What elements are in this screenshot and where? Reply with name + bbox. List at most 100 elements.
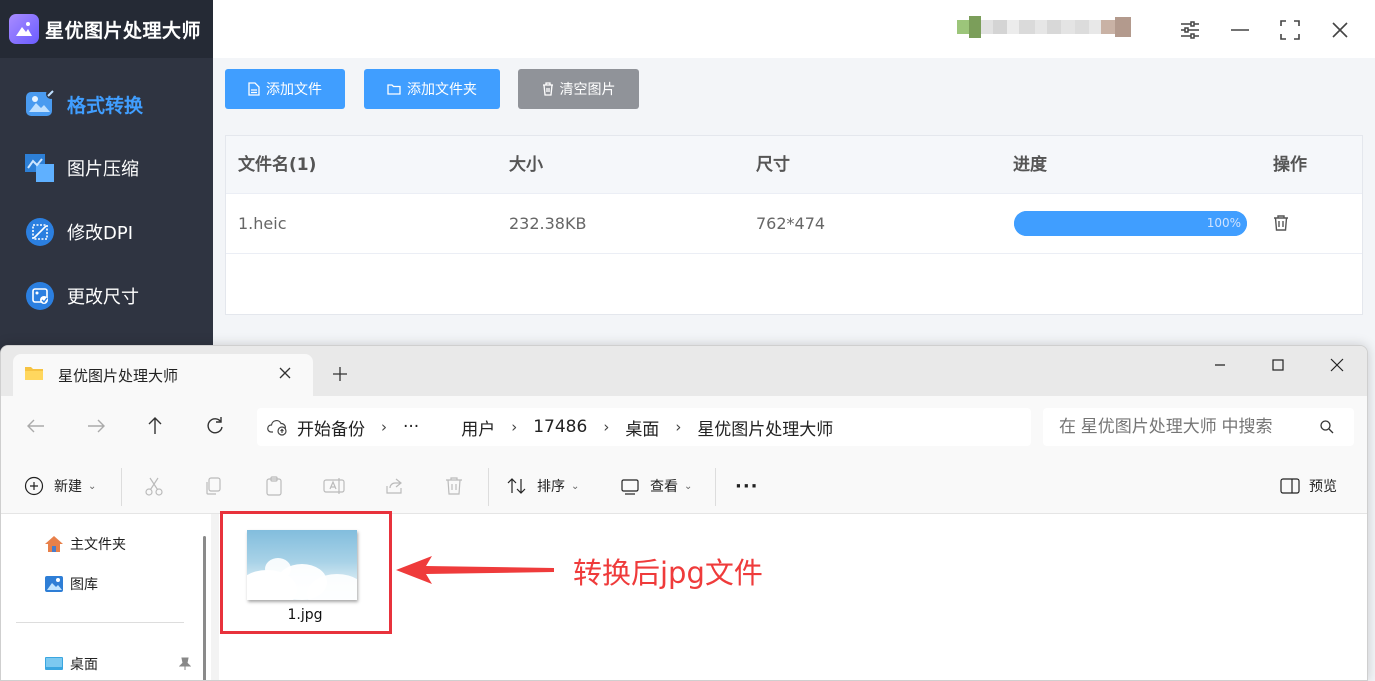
explorer-nav-pane: 主文件夹 图库 桌面 [1,514,211,680]
delete-icon[interactable] [443,472,465,500]
explorer-tabbar: 星优图片处理大师 [1,346,1367,396]
add-folder-button[interactable]: 添加文件夹 [364,69,500,109]
breadcrumb-user-id[interactable]: 17486 [533,417,587,437]
nav-item-home[interactable]: 主文件夹 [43,532,126,556]
delete-row-trash-icon[interactable] [1272,214,1292,234]
dpi-icon [24,216,56,248]
app-header [213,0,1375,58]
new-tab-plus-icon[interactable] [331,365,351,385]
col-actions: 操作 [1273,155,1307,175]
minimize-icon[interactable] [1225,15,1255,45]
divider [715,468,716,506]
sidebar-item-format-convert[interactable]: 格式转换 [0,74,213,134]
preview-pane-icon [1279,475,1301,497]
breadcrumb-current-folder[interactable]: 星优图片处理大师 [697,415,833,440]
desktop-icon [43,654,65,674]
chevron-right-icon: › [511,418,518,436]
share-icon[interactable] [383,472,405,500]
up-arrow-icon[interactable] [144,415,168,439]
cut-icon[interactable] [143,472,165,500]
breadcrumb-desktop[interactable]: 桌面 [625,415,659,440]
explorer-command-bar: 新建 ⌄ 排序 ⌄ 查看 ⌄ ··· 预览 [1,458,1367,514]
chevron-right-icon: › [603,418,610,436]
image-compress-icon [24,152,56,184]
tab-close-icon[interactable] [277,365,295,383]
more-options-button[interactable]: ··· [735,472,759,500]
table-row[interactable]: 1.heic 232.38KB 762*474 100% [226,194,1362,254]
nav-pane-scrollbar[interactable] [203,536,206,680]
forward-arrow-icon[interactable] [85,415,109,439]
col-size: 大小 [509,155,543,175]
col-filename: 文件名(1) [238,155,317,175]
chevron-down-icon: ⌄ [88,480,97,492]
nav-item-gallery[interactable]: 图库 [43,572,98,596]
user-avatar[interactable] [957,8,1148,46]
clear-images-button[interactable]: 清空图片 [518,69,639,109]
cell-dimensions: 762*474 [756,214,826,233]
highlight-box [220,511,392,634]
app-logo-bar: 星优图片处理大师 [0,0,213,58]
table-header: 文件名(1) 大小 尺寸 进度 操作 [226,136,1362,194]
progress-bar: 100% [1014,211,1247,236]
pin-icon[interactable] [178,656,192,670]
plus-circle-icon [23,475,45,497]
app-toolbar: 添加文件 添加文件夹 清空图片 [213,58,1375,122]
explorer-tab-title: 星优图片处理大师 [58,366,179,385]
file-icon [248,82,260,96]
refresh-icon[interactable] [204,415,228,439]
divider [121,468,122,506]
divider [488,468,489,506]
sidebar-item-resize[interactable]: 更改尺寸 [0,266,213,326]
breadcrumb-users[interactable]: 用户 [461,415,495,440]
chevron-down-icon: ⌄ [684,480,693,492]
gallery-icon [43,574,65,594]
chevron-right-icon: › [675,418,682,436]
close-icon[interactable] [1326,354,1348,376]
preview-pane-button[interactable]: 预览 [1279,472,1337,500]
sidebar-item-label: 格式转换 [67,94,144,117]
sidebar-item-label: 图片压缩 [67,159,139,180]
home-icon [43,534,65,554]
divider [16,622,184,623]
progress-text: 100% [1206,216,1241,230]
sidebar-item-image-compress[interactable]: 图片压缩 [0,138,213,198]
cell-filename: 1.heic [238,214,287,233]
minimize-icon[interactable] [1209,354,1231,376]
app-title: 星优图片处理大师 [45,19,202,42]
sort-button[interactable]: 排序 ⌄ [506,472,579,500]
paste-icon[interactable] [263,472,285,500]
add-file-button[interactable]: 添加文件 [225,69,345,109]
folder-icon [387,83,401,95]
fullscreen-icon[interactable] [1275,15,1305,45]
maximize-icon[interactable] [1267,354,1289,376]
breadcrumb-ellipsis[interactable]: ··· [403,417,419,437]
trash-icon [542,82,554,96]
address-bar[interactable]: 开始备份 › ··· › 用户 › 17486 › 桌面 › 星优图片处理大师 [257,408,1031,446]
folder-icon [24,365,44,385]
file-explorer-window: 星优图片处理大师 开始备份 › ··· › 用户 › 17486 › 桌面 › … [0,345,1368,681]
view-button[interactable]: 查看 ⌄ [619,472,692,500]
explorer-navbar: 开始备份 › ··· › 用户 › 17486 › 桌面 › 星优图片处理大师 [1,396,1367,458]
annotation-arrow-icon [396,556,554,584]
resize-icon [24,280,56,312]
search-input[interactable] [1043,408,1354,446]
cloud-backup-icon [267,418,289,436]
rename-icon[interactable] [322,472,346,500]
breadcrumb-backup[interactable]: 开始备份 [297,415,365,440]
cell-size: 232.38KB [509,214,587,233]
nav-item-desktop[interactable]: 桌面 [43,652,98,676]
sidebar-item-dpi[interactable]: 修改DPI [0,202,213,262]
sidebar-item-label: 修改DPI [67,223,134,244]
settings-sliders-icon[interactable] [1175,15,1205,45]
new-button[interactable]: 新建 ⌄ [23,472,96,500]
sidebar-item-label: 更改尺寸 [67,287,139,308]
back-arrow-icon[interactable] [25,415,49,439]
file-table: 文件名(1) 大小 尺寸 进度 操作 1.heic 232.38KB 762*4… [225,135,1363,315]
close-icon[interactable] [1325,15,1355,45]
copy-icon[interactable] [202,472,224,500]
explorer-tab[interactable]: 星优图片处理大师 [13,354,313,396]
chevron-down-icon: ⌄ [571,480,580,492]
col-dimensions: 尺寸 [756,155,790,175]
image-convert-icon [24,88,56,120]
view-icon [619,475,641,497]
